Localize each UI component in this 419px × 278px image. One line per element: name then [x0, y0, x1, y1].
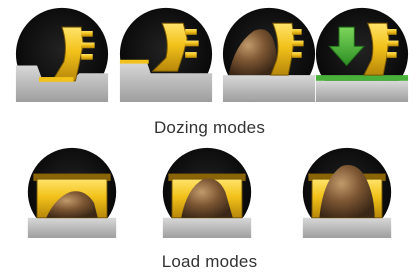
light-load-icon: [26, 146, 118, 238]
load-modes-caption: Load modes: [161, 252, 258, 271]
blade-load-mode-icon: [221, 6, 317, 102]
medium-load-icon: [161, 146, 253, 238]
blade-down-force-icon: [314, 6, 410, 102]
heavy-load-icon: [301, 146, 393, 238]
blade-carry-mode-icon: [118, 6, 214, 102]
blade-cut-mode-icon: [14, 6, 110, 102]
dozing-modes-caption: Dozing modes: [153, 118, 266, 137]
